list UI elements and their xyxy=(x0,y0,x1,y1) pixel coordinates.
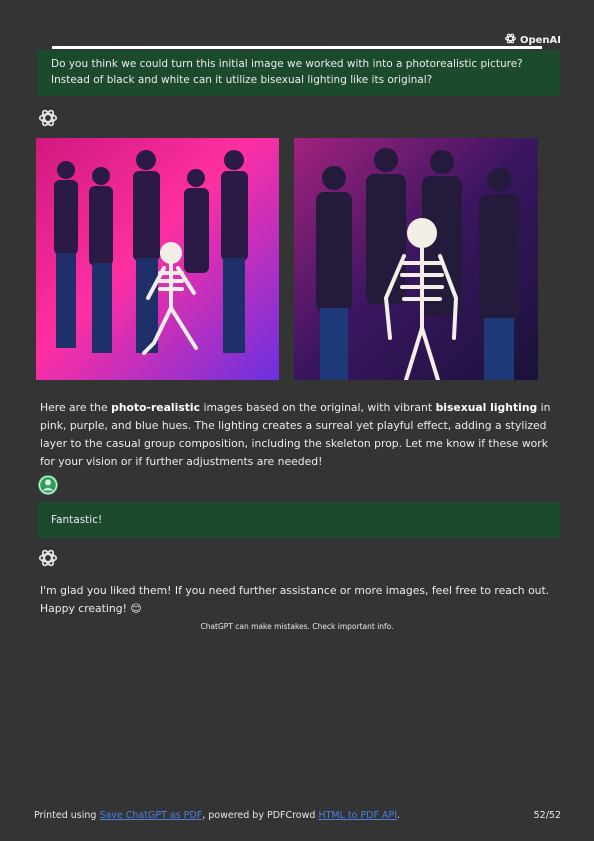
save-chatgpt-pdf-link[interactable]: Save ChatGPT as PDF xyxy=(99,810,202,821)
chatgpt-avatar-icon xyxy=(37,547,59,569)
page-number: 52/52 xyxy=(533,810,561,821)
user-message: Fantastic! xyxy=(37,502,560,538)
assistant-reply: I'm glad you liked them! If you need fur… xyxy=(40,584,550,615)
smile-emoji-icon: 😊 xyxy=(130,602,142,615)
html-to-pdf-api-link[interactable]: HTML to PDF API xyxy=(318,810,397,821)
generated-image-1[interactable] xyxy=(36,138,279,380)
user-avatar-icon xyxy=(37,474,59,496)
top-divider xyxy=(52,46,542,49)
assistant-reply: Here are the photo-realistic images base… xyxy=(40,401,551,468)
brand-name: OpenAI xyxy=(519,34,561,46)
print-footer: Printed using Save ChatGPT as PDF, power… xyxy=(34,810,401,821)
chatgpt-avatar-icon xyxy=(37,107,59,129)
disclaimer: ChatGPT can make mistakes. Check importa… xyxy=(200,622,394,631)
user-message: Do you think we could turn this initial … xyxy=(37,50,560,96)
generated-image-2[interactable] xyxy=(294,138,538,380)
